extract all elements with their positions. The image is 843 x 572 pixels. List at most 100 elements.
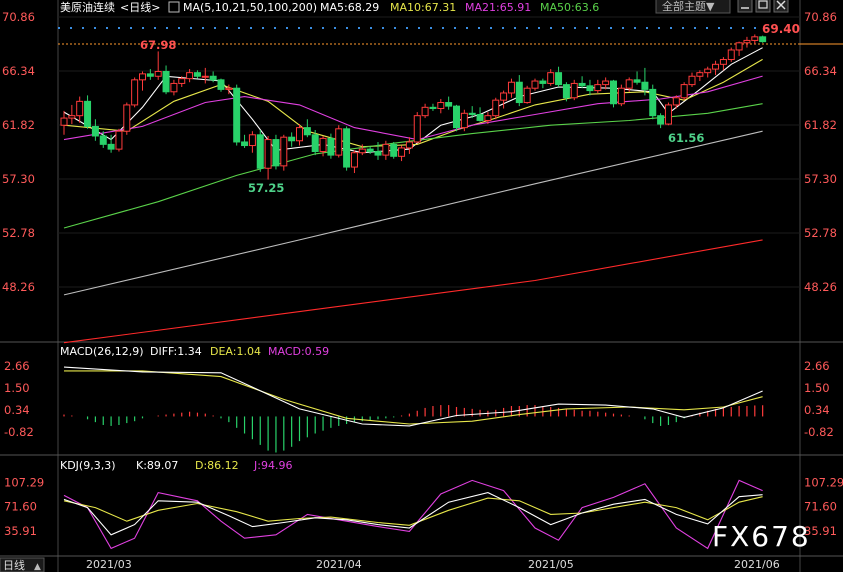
candle-up (123, 104, 131, 132)
last-high-annotation: 69.40 (762, 22, 800, 36)
candle-down (327, 137, 335, 156)
ma-line-ma5 (63, 47, 763, 154)
candle-down (633, 79, 641, 83)
indicator-settings-icon[interactable] (168, 1, 180, 13)
candle-down (453, 105, 460, 129)
candle-up (350, 152, 358, 168)
price-tick-left: 66.34 (2, 64, 35, 78)
candle-down (476, 113, 484, 121)
candle-up (405, 141, 413, 149)
candle-up (186, 72, 194, 80)
candle-up (131, 79, 139, 106)
period-tab-dropdown-icon[interactable]: ▲ (34, 562, 41, 572)
candle-up (547, 72, 555, 84)
candle-up (437, 102, 445, 110)
kdj-j-line (63, 479, 763, 550)
candle-down (256, 134, 264, 169)
candle-up (170, 82, 178, 93)
candle-down (241, 141, 249, 147)
candle-up (296, 127, 303, 142)
macd-tick-right: 0.34 (804, 403, 830, 417)
candle-up (398, 147, 406, 157)
ma-line-ma200 (63, 239, 763, 344)
kdj-k-value: K:89.07 (136, 459, 178, 472)
candle-down (91, 125, 99, 137)
candle-down (272, 139, 280, 167)
candle-down (303, 127, 311, 136)
period-label: <日线> (120, 0, 160, 14)
candle-up (500, 92, 508, 101)
candle-down (99, 135, 107, 145)
candle-down (390, 143, 398, 157)
candle-down (539, 80, 547, 84)
candle-up (115, 130, 123, 150)
candle-down (217, 79, 225, 90)
candle-down (578, 82, 586, 87)
candle-up (492, 99, 500, 117)
macd-tick-right: 1.50 (804, 381, 830, 395)
candle-down (162, 70, 170, 93)
kdj-j-value: J:94.96 (253, 459, 292, 472)
candle-up (484, 115, 492, 121)
kdj-tick-left: 107.29 (4, 475, 44, 489)
candle-up (68, 115, 76, 119)
candle-down (288, 136, 296, 142)
macd-diff-value: DIFF:1.34 (150, 345, 202, 358)
candle-up (602, 80, 610, 86)
candle-down (429, 106, 437, 110)
low-annotation-61-56: 61.56 (668, 131, 704, 145)
candle-down (610, 80, 617, 105)
macd-tick-left: 0.34 (4, 403, 30, 417)
ma-line-ma100 (63, 130, 763, 296)
high-annotation-67-98: 67.98 (140, 38, 176, 52)
candle-down (657, 115, 665, 125)
candle-down (649, 88, 657, 117)
watermark-logo: FX678 (712, 520, 811, 553)
candle-up (727, 49, 735, 61)
price-tick-left: 70.86 (2, 10, 35, 24)
candle-up (531, 80, 539, 89)
candle-down (468, 112, 476, 115)
price-tick-right: 52.78 (804, 226, 837, 240)
price-tick-left: 48.26 (2, 280, 35, 294)
candle-up (319, 137, 327, 153)
macd-indicator (63, 366, 764, 453)
candle-up (201, 75, 209, 78)
macd-tick-left: -0.82 (4, 425, 34, 439)
candle-down (445, 102, 453, 107)
candle-up (248, 134, 256, 147)
instrument-title: 美原油连续 (60, 0, 115, 14)
candlestick-series (60, 34, 767, 180)
candle-down (759, 36, 767, 43)
candle-up (335, 128, 343, 156)
kdj-indicator (63, 479, 763, 550)
low-annotation-57-25: 57.25 (248, 181, 284, 195)
candle-up (743, 39, 751, 44)
candle-up (460, 112, 468, 129)
candle-up (421, 106, 429, 117)
candle-up (735, 42, 743, 51)
price-tick-right: 61.82 (804, 118, 837, 132)
macd-tick-right: -0.82 (804, 425, 834, 439)
candle-down (641, 81, 649, 90)
kdj-tick-left: 35.91 (4, 524, 37, 538)
candle-up (712, 63, 720, 70)
candle-up (704, 68, 712, 74)
candle-up (751, 36, 759, 41)
price-tick-right: 70.86 (804, 10, 837, 24)
kdj-tick-left: 71.60 (4, 500, 37, 514)
kdj-tick-right: 71.60 (804, 500, 837, 514)
candle-up (264, 139, 272, 169)
candle-up (664, 104, 672, 125)
candle-down (555, 72, 563, 86)
price-tick-left: 52.78 (2, 226, 35, 240)
date-label-2021-03: 2021/03 (86, 558, 132, 571)
candle-down (366, 148, 374, 153)
candle-up (280, 136, 288, 167)
kdj-k-line (63, 492, 763, 536)
kdj-d-value: D:86.12 (195, 459, 239, 472)
candle-up (358, 148, 366, 154)
close-icon[interactable] (773, 0, 789, 13)
minimize-icon[interactable] (737, 0, 753, 13)
maximize-icon[interactable] (755, 0, 771, 13)
